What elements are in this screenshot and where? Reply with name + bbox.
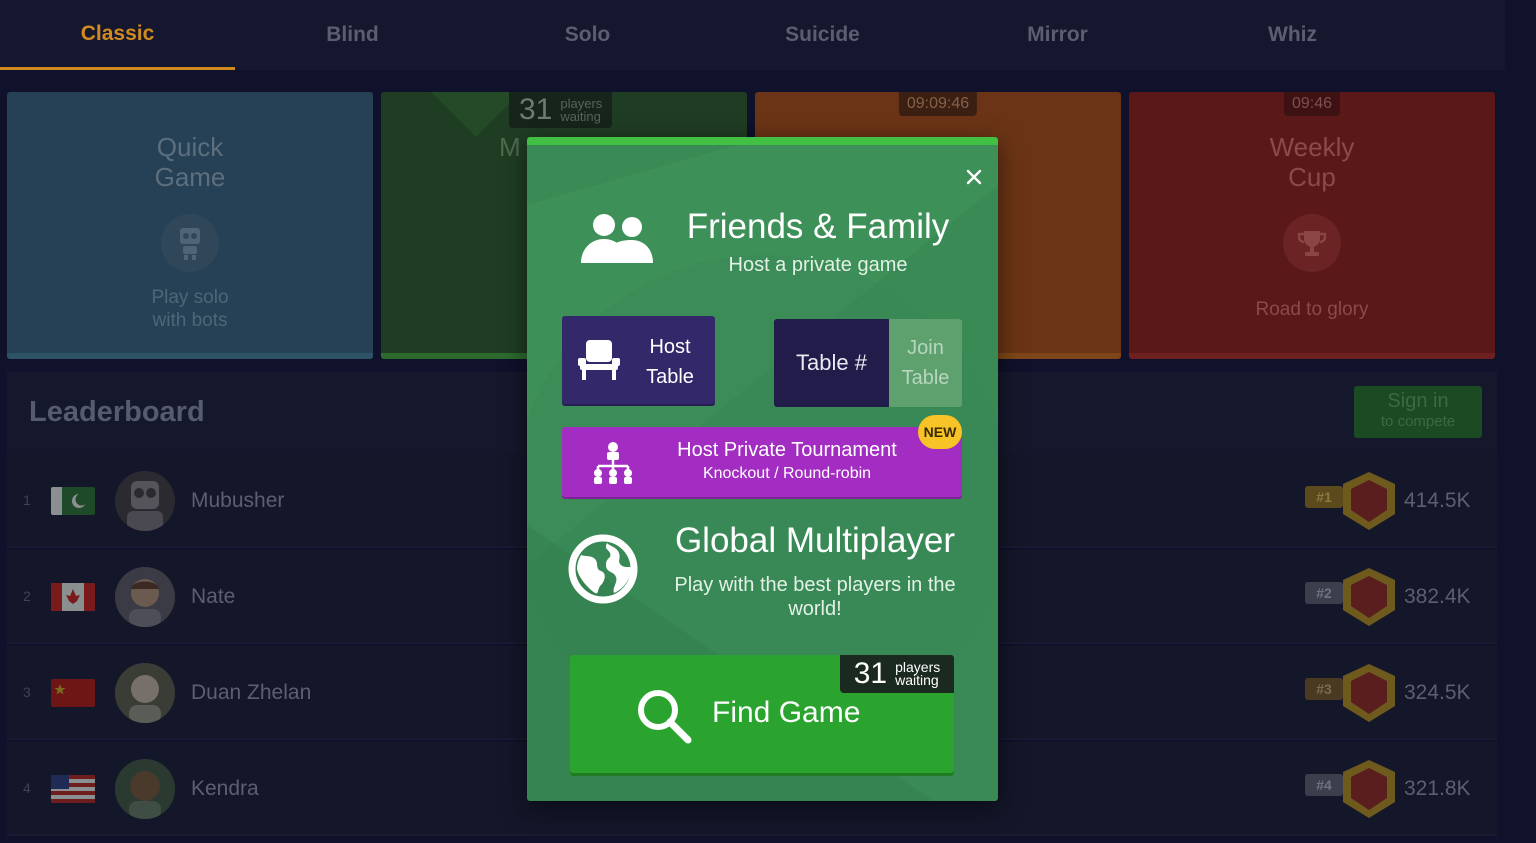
quick-game-subtitle: Play solo with bots <box>151 287 229 331</box>
weekly-timer: 09:46 <box>1283 92 1341 116</box>
global-multiplayer-subtitle: Play with the best players in the world! <box>674 574 956 620</box>
tab-mirror[interactable]: Mirror <box>940 0 1175 70</box>
player-avatar <box>115 567 175 627</box>
rank-shield-icon <box>1343 568 1395 626</box>
rank-shield-icon <box>1343 760 1395 818</box>
player-avatar <box>115 663 175 723</box>
tab-blind[interactable]: Blind <box>235 0 470 70</box>
new-badge: NEW <box>918 415 962 449</box>
player-score: 321.8K <box>1404 777 1471 800</box>
player-avatar <box>115 471 175 531</box>
player-score: 382.4K <box>1404 585 1471 608</box>
people-icon <box>581 214 653 263</box>
chair-icon <box>578 340 620 380</box>
player-name: Nate <box>191 585 236 608</box>
sign-in-button[interactable]: Sign in to compete <box>1354 386 1482 438</box>
rank-shield-icon <box>1343 664 1395 722</box>
weekly-cup-subtitle: Road to glory <box>1255 299 1369 320</box>
rank-chip: #1 <box>1305 486 1343 508</box>
rank-chip: #3 <box>1305 678 1343 700</box>
player-name: Mubusher <box>191 489 285 512</box>
rank-chip: #4 <box>1305 774 1343 796</box>
tab-solo[interactable]: Solo <box>470 0 705 70</box>
robot-icon <box>161 214 219 272</box>
player-avatar <box>115 759 175 819</box>
trophy-icon <box>1283 214 1341 272</box>
mode-tabs: Classic Blind Solo Suicide Mirror Whiz <box>0 0 1505 70</box>
weekly-cup-card[interactable]: 09:46 Weekly Cup Road to glory <box>1129 92 1495 359</box>
players-waiting-badge: 31 players waiting <box>509 92 613 128</box>
row-rank: 1 <box>23 492 31 508</box>
bracket-icon <box>594 442 632 484</box>
row-rank: 2 <box>23 588 31 604</box>
host-table-button[interactable]: Host Table <box>562 316 715 404</box>
quick-game-card[interactable]: Quick Game Play solo with bots <box>7 92 373 359</box>
tab-classic[interactable]: Classic <box>0 0 235 70</box>
search-icon <box>638 690 692 744</box>
flag-canada-icon <box>51 583 95 611</box>
rank-shield-icon <box>1343 472 1395 530</box>
friends-family-title: Friends & Family <box>686 207 950 246</box>
leaderboard-title: Leaderboard <box>29 396 205 428</box>
play-options-modal: Friends & Family Host a private game Hos… <box>527 137 998 801</box>
join-table-button[interactable]: Join Table <box>889 319 962 407</box>
row-rank: 4 <box>23 780 31 796</box>
tournament-timer: 09:09:46 <box>898 92 978 116</box>
globe-icon <box>568 534 638 604</box>
friends-family-subtitle: Host a private game <box>728 254 908 276</box>
players-waiting-badge: 31 players waiting <box>840 655 954 693</box>
row-rank: 3 <box>23 684 31 700</box>
weekly-cup-title: Weekly Cup <box>1269 132 1355 192</box>
player-score: 324.5K <box>1404 681 1471 704</box>
global-multiplayer-title: Global Multiplayer <box>674 521 956 560</box>
player-name: Duan Zhelan <box>191 681 312 704</box>
rank-chip: #2 <box>1305 582 1343 604</box>
flag-pakistan-icon <box>51 487 95 515</box>
player-name: Kendra <box>191 777 259 800</box>
host-private-tournament-button[interactable]: Host Private Tournament Knockout / Round… <box>562 427 962 497</box>
table-number-input[interactable] <box>774 319 889 407</box>
tab-whiz[interactable]: Whiz <box>1175 0 1410 70</box>
find-game-button[interactable]: 31 players waiting Find Game <box>570 655 954 773</box>
flag-china-icon <box>51 679 95 707</box>
quick-game-title: Quick Game <box>154 132 226 192</box>
tab-suicide[interactable]: Suicide <box>705 0 940 70</box>
flag-usa-icon <box>51 775 95 803</box>
close-icon[interactable] <box>964 167 984 187</box>
player-score: 414.5K <box>1404 489 1471 512</box>
